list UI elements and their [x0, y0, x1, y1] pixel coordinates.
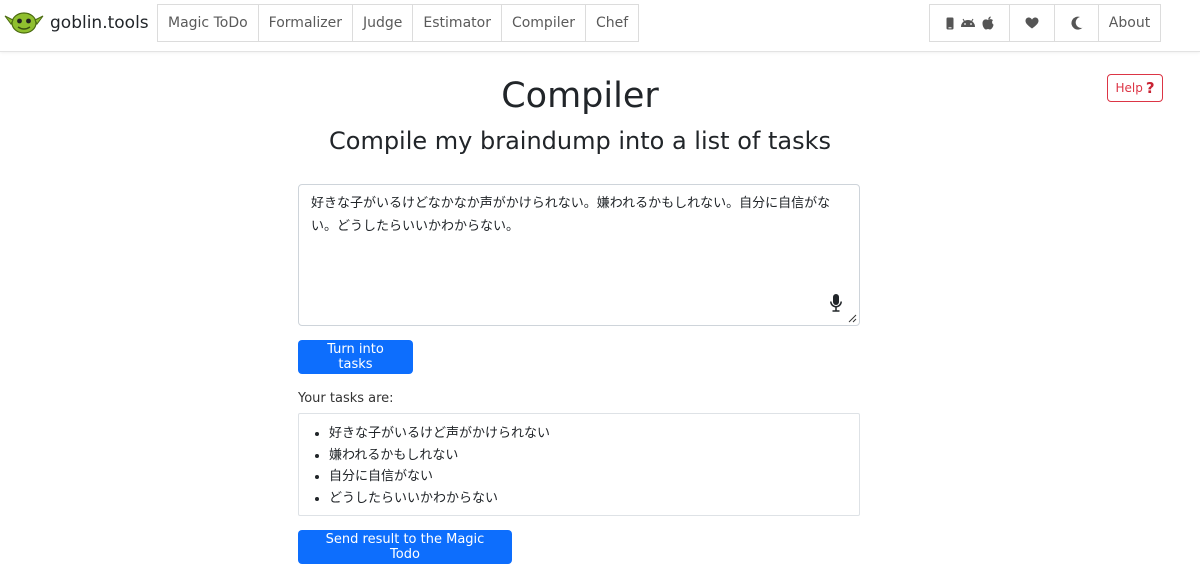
nav-item-judge[interactable]: Judge: [352, 4, 414, 42]
nav-item-estimator[interactable]: Estimator: [412, 4, 502, 42]
mobile-icon: [946, 17, 953, 29]
brand[interactable]: goblin.tools: [4, 8, 149, 38]
page-title: Compiler: [501, 76, 659, 116]
list-item: 自分に自信がない: [329, 466, 859, 488]
microphone-icon[interactable]: [829, 293, 843, 313]
list-item: どうしたらいいかわからない: [329, 488, 859, 510]
send-to-magic-todo-button[interactable]: Send result to the Magic Todo: [298, 530, 512, 564]
turn-into-tasks-button[interactable]: Turn into tasks: [298, 340, 413, 374]
nav-item-chef[interactable]: Chef: [584, 4, 640, 42]
tasks-label: Your tasks are:: [298, 391, 394, 406]
heart-button[interactable]: [1009, 4, 1055, 42]
nav-item-formalizer[interactable]: Formalizer: [257, 4, 354, 42]
theme-toggle-button[interactable]: [1054, 4, 1099, 42]
braindump-input[interactable]: 好きな子がいるけどなかなか声がかけられない。嫌われるかもしれない。自分に自信がな…: [299, 185, 859, 325]
page-subtitle: Compile my braindump into a list of task…: [329, 127, 831, 155]
main-nav: Magic ToDo Formalizer Judge Estimator Co…: [157, 4, 640, 42]
tasks-result-box: 好きな子がいるけど声がかけられない 嫌われるかもしれない 自分に自信がない どう…: [298, 413, 860, 516]
list-item: 嫌われるかもしれない: [329, 445, 859, 467]
nav-item-magic-todo[interactable]: Magic ToDo: [157, 4, 259, 42]
braindump-input-wrapper: 好きな子がいるけどなかなか声がかけられない。嫌われるかもしれない。自分に自信がな…: [298, 184, 860, 326]
moon-icon: [1070, 16, 1082, 30]
brand-name: goblin.tools: [50, 13, 149, 33]
apple-icon: [982, 16, 993, 30]
nav-item-compiler[interactable]: Compiler: [500, 4, 586, 42]
resize-handle-icon[interactable]: [847, 313, 857, 323]
android-icon: [960, 18, 975, 27]
top-navbar: goblin.tools Magic ToDo Formalizer Judge…: [0, 0, 1200, 52]
task-list: 好きな子がいるけど声がかけられない 嫌われるかもしれない 自分に自信がない どう…: [329, 423, 859, 509]
apps-button[interactable]: [929, 4, 1010, 42]
nav-right: About: [929, 4, 1161, 42]
about-link[interactable]: About: [1098, 4, 1161, 42]
goblin-logo-icon: [4, 12, 44, 34]
list-item: 好きな子がいるけど声がかけられない: [329, 423, 859, 445]
heart-icon: [1025, 17, 1039, 29]
